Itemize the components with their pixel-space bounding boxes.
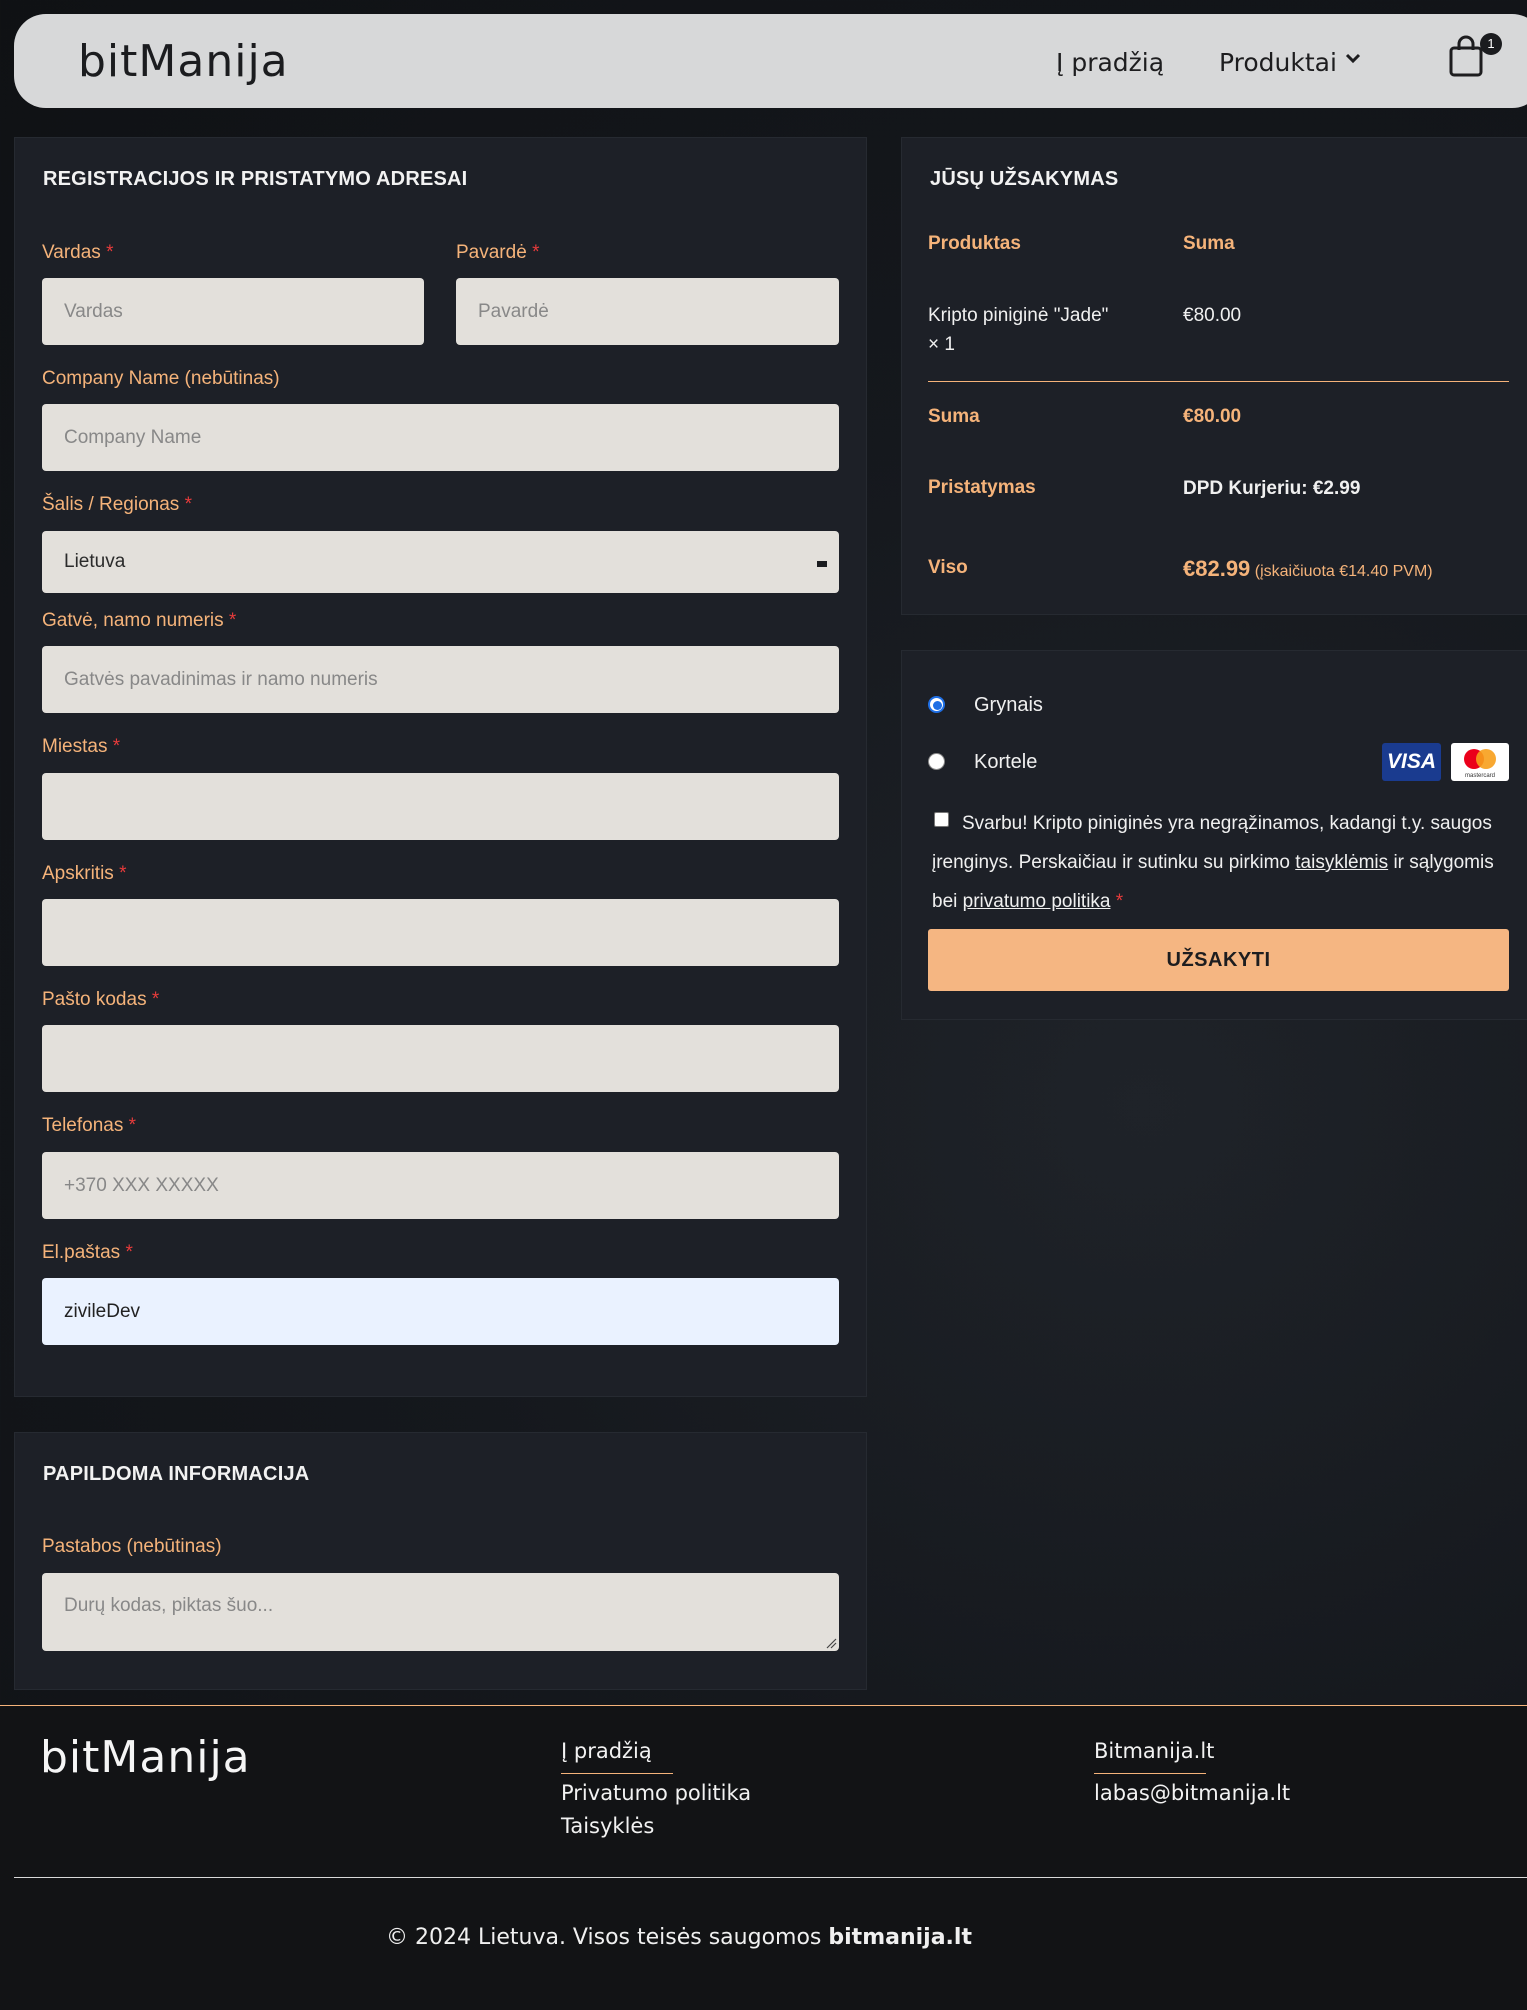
chevron-down-icon[interactable] [1345, 53, 1361, 65]
additional-info-panel: PAPILDOMA INFORMACIJA [14, 1432, 867, 1690]
nav-home-link[interactable]: Į pradžią [1056, 48, 1164, 77]
visa-logo: VISA [1382, 743, 1441, 781]
resize-grip-icon[interactable] [826, 1638, 837, 1649]
postcode-label: Pašto kodas * [42, 989, 160, 1010]
copyright: © 2024 Lietuva. Visos teisės saugomos bi… [386, 1925, 972, 1950]
cart-icon[interactable] [1448, 34, 1484, 78]
footer-link-rules[interactable]: Taisyklės [561, 1814, 654, 1838]
cash-label[interactable]: Grynais [974, 694, 1043, 717]
postcode-input[interactable] [42, 1025, 839, 1092]
order-summary-panel: JŪSŲ UŽSAKYMAS [901, 137, 1527, 615]
cash-radio[interactable] [928, 696, 945, 713]
last-name-label: Pavardė * [456, 242, 540, 263]
subtotal-value: €80.00 [1183, 406, 1242, 427]
county-input[interactable] [42, 899, 839, 966]
email-input[interactable]: zivileDev [42, 1278, 839, 1345]
last-name-input[interactable]: Pavardė [456, 278, 839, 345]
phone-input[interactable]: +370 XXX XXXXX [42, 1152, 839, 1219]
col-product-header: Produktas [928, 233, 1021, 254]
additional-info-title: PAPILDOMA INFORMACIJA [43, 1463, 310, 1485]
mastercard-logo: mastercard [1451, 743, 1509, 781]
shipping-value: DPD Kurjeriu: €2.99 [1183, 478, 1361, 499]
city-input[interactable] [42, 773, 839, 840]
country-select[interactable]: Lietuva [42, 531, 839, 593]
select-arrow-icon [817, 561, 827, 567]
footer-home-underline [561, 1773, 673, 1774]
order-item-name: Kripto piniginė "Jade" × 1 [928, 305, 1109, 355]
total-value: €82.99 [1183, 556, 1251, 581]
footer-separator [14, 1877, 1527, 1878]
subtotal-label: Suma [928, 406, 980, 427]
notes-label: Pastabos (nebūtinas) [42, 1536, 222, 1557]
footer-link-home[interactable]: Į pradžią [561, 1739, 652, 1763]
copyright-brand[interactable]: bitmanija.lt [828, 1925, 972, 1950]
terms-text: Svarbu! Kripto piniginės yra negrąžinamo… [932, 813, 1494, 912]
billing-title: REGISTRACIJOS IR PRISTATYMO ADRESAI [43, 168, 468, 190]
order-summary-title: JŪSŲ UŽSAKYMAS [930, 168, 1119, 190]
footer-link-privacy[interactable]: Privatumo politika [561, 1781, 751, 1805]
mastercard-text: mastercard [1465, 773, 1495, 779]
county-label: Apskritis * [42, 863, 127, 884]
street-input[interactable]: Gatvės pavadinimas ir namo numeris [42, 646, 839, 713]
footer-logo[interactable]: bitManija [40, 1732, 251, 1783]
city-label: Miestas * [42, 736, 121, 757]
order-item-price: €80.00 [1183, 305, 1242, 326]
total-value-group: €82.99 (įskaičiuota €14.40 PVM) [1183, 556, 1433, 582]
col-sum-header: Suma [1183, 233, 1235, 254]
terms-link[interactable]: taisyklėmis [1295, 852, 1388, 873]
company-input[interactable]: Company Name [42, 404, 839, 471]
email-label: El.paštas * [42, 1242, 133, 1263]
notes-textarea[interactable]: Durų kodas, piktas šuo... [42, 1573, 839, 1651]
phone-label: Telefonas * [42, 1115, 137, 1136]
shipping-label: Pristatymas [928, 477, 1036, 498]
footer-link-site[interactable]: Bitmanija.lt [1094, 1739, 1214, 1763]
first-name-input[interactable]: Vardas [42, 278, 424, 345]
total-tax-note: (įskaičiuota €14.40 PVM) [1254, 563, 1433, 580]
order-divider [928, 381, 1509, 382]
cart-count-badge: 1 [1480, 33, 1502, 55]
country-label: Šalis / Regionas * [42, 494, 192, 515]
company-label: Company Name (nebūtinas) [42, 368, 280, 389]
card-radio[interactable] [928, 753, 945, 770]
card-label[interactable]: Kortele [974, 751, 1037, 774]
footer-email-link[interactable]: labas@bitmanija.lt [1094, 1781, 1290, 1805]
privacy-link[interactable]: privatumo politika [963, 891, 1111, 912]
site-logo[interactable]: bitManija [78, 36, 289, 87]
place-order-button[interactable]: UŽSAKYTI [928, 929, 1509, 991]
first-name-label: Vardas * [42, 242, 114, 263]
street-label: Gatvė, namo numeris * [42, 610, 237, 631]
footer-site-underline [1094, 1773, 1206, 1774]
total-label: Viso [928, 557, 968, 578]
nav-products-link[interactable]: Produktai [1219, 48, 1337, 77]
country-value: Lietuva [64, 551, 126, 572]
